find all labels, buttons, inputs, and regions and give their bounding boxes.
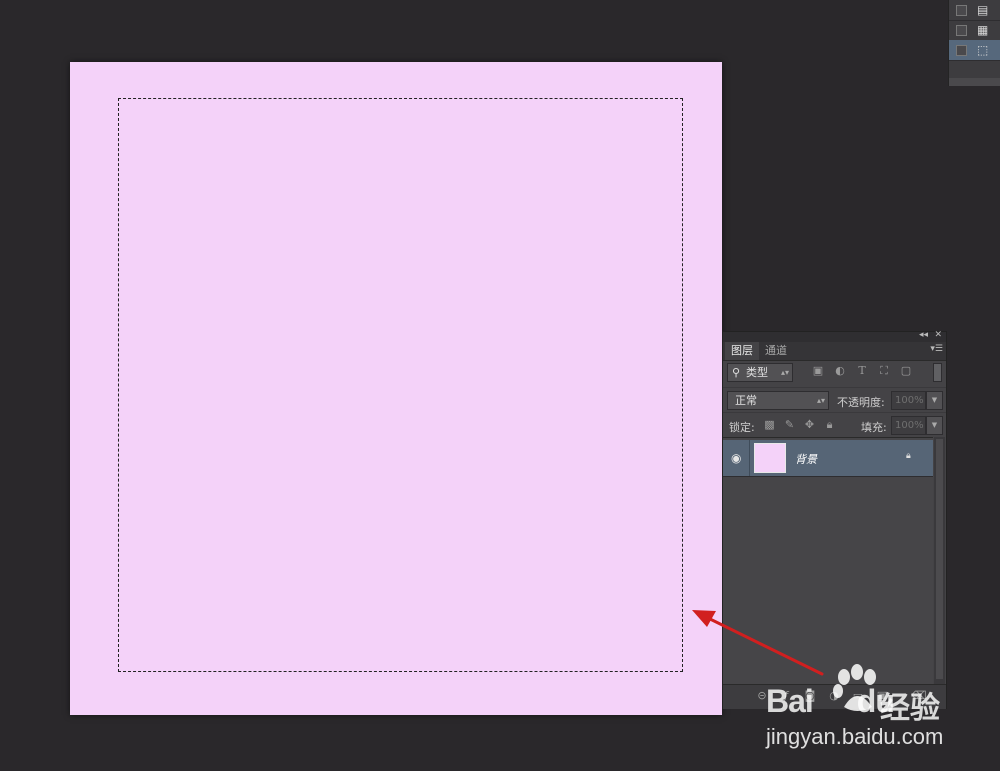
fill-input[interactable]: 100% <box>891 416 926 435</box>
lock-label: 锁定: <box>729 421 755 434</box>
smart-object-filter-icon[interactable]: ▢ <box>899 364 913 378</box>
blend-mode-select[interactable]: 正常 ▴▾ <box>727 391 829 410</box>
lock-paint-icon[interactable]: ✎ <box>783 418 796 431</box>
collapse-icon[interactable]: ◂◂ <box>919 330 928 340</box>
filter-toggle[interactable] <box>933 363 942 382</box>
eye-icon[interactable]: ◉ <box>731 451 741 465</box>
opacity-dropdown-button[interactable]: ▼ <box>926 391 943 410</box>
image-filter-icon[interactable]: ▣ <box>811 364 825 378</box>
layer-list-scrollbar[interactable] <box>934 437 945 685</box>
panel-menu-icon[interactable]: ▾☰ <box>930 344 943 354</box>
layer-name[interactable]: 背景 <box>795 451 817 467</box>
opacity-label: 不透明度: <box>837 396 885 409</box>
tab-layers[interactable]: 图层 <box>725 342 759 360</box>
opacity-input[interactable]: 100% <box>891 391 926 410</box>
mini-panel-item-document[interactable]: ▤ <box>949 0 1000 21</box>
filter-row: ⚲ 类型 ▴▾ ▣ ◐ T ⛶ ▢ <box>723 361 946 385</box>
mini-panel-footer <box>949 78 1000 86</box>
layers-panel: ◂◂ ✕ 图层 通道 ▾☰ ⚲ 类型 ▴▾ ▣ ◐ T ⛶ ▢ 正常 ▴▾ 不透… <box>722 330 947 709</box>
chevron-updown-icon: ▴▾ <box>816 396 825 405</box>
lock-icon: 🔒︎ <box>906 451 911 461</box>
paw-icon <box>833 664 876 711</box>
search-icon: ⚲ <box>732 366 741 379</box>
lock-row: 锁定: ▩ ✎ ✥ 🔒︎ 填充: 100% ▼ <box>723 412 946 437</box>
selection-marquee <box>118 98 683 672</box>
layer-list: ◉ 背景 🔒︎ <box>723 437 933 686</box>
watermark-chinese-text: 经验 <box>880 691 940 726</box>
document-icon: ▤ <box>977 3 989 17</box>
checkbox-icon[interactable] <box>956 5 967 16</box>
tab-channels[interactable]: 通道 <box>759 342 793 360</box>
close-icon[interactable]: ✕ <box>934 330 942 340</box>
list-icon: ▦ <box>977 23 989 37</box>
mini-panel-item-selection[interactable]: ⬚ <box>949 40 1000 61</box>
watermark-url: jingyan.baidu.com <box>766 724 944 749</box>
mini-panel-item-list[interactable]: ▦ <box>949 20 1000 41</box>
chevron-updown-icon: ▴▾ <box>780 368 789 377</box>
scrollbar-thumb[interactable] <box>936 439 943 679</box>
selection-icon: ⬚ <box>977 43 989 57</box>
blend-mode-label: 正常 <box>735 394 757 407</box>
baidu-jingyan-watermark: Bai du 经验 jingyan.baidu.com <box>766 663 990 761</box>
mini-history-panel: ▤ ▦ ⬚ <box>948 0 1000 86</box>
lock-transparent-icon[interactable]: ▩ <box>763 418 776 431</box>
document-canvas[interactable] <box>70 62 722 715</box>
blend-row: 正常 ▴▾ 不透明度: 100% ▼ <box>723 387 946 412</box>
checkbox-icon[interactable] <box>956 25 967 36</box>
divider <box>749 440 750 476</box>
layer-row[interactable]: ◉ 背景 🔒︎ <box>723 440 933 477</box>
checkbox-icon[interactable] <box>956 45 967 56</box>
filter-kind-select[interactable]: ⚲ 类型 ▴▾ <box>727 363 793 382</box>
filter-kind-label: 类型 <box>746 366 768 379</box>
layer-thumbnail <box>754 443 786 473</box>
adjustment-filter-icon[interactable]: ◐ <box>833 364 847 378</box>
shape-filter-icon[interactable]: ⛶ <box>877 364 891 378</box>
panel-title-bar[interactable]: ◂◂ ✕ <box>723 330 946 342</box>
type-filter-icon[interactable]: T <box>855 364 869 378</box>
fill-dropdown-button[interactable]: ▼ <box>926 416 943 435</box>
lock-position-icon[interactable]: ✥ <box>803 418 816 431</box>
fill-label: 填充: <box>861 421 887 434</box>
panel-tab-bar: 图层 通道 ▾☰ <box>723 342 946 361</box>
lock-all-icon[interactable]: 🔒︎ <box>823 418 836 431</box>
